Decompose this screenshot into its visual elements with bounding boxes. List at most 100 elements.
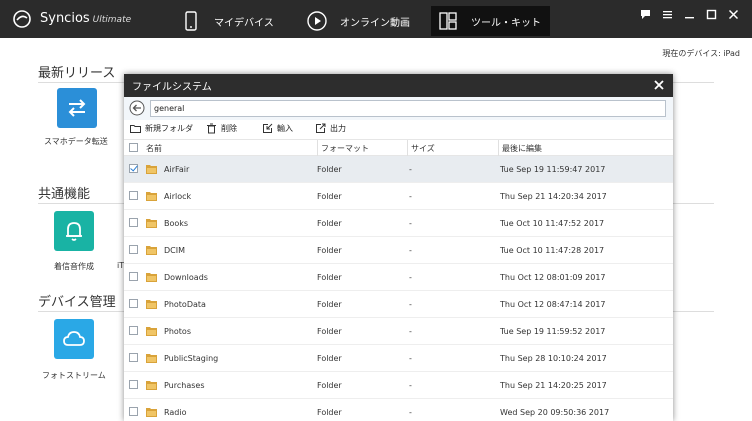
window-controls xyxy=(634,6,744,22)
section-title-release: 最新リリース xyxy=(38,66,116,81)
row-name: AirFair xyxy=(164,165,190,174)
row-size: - xyxy=(409,300,412,309)
section-title-common: 共通機能 xyxy=(38,187,91,202)
table-row[interactable]: DCIM Folder - Tue Oct 10 11:47:28 2017 xyxy=(124,237,673,264)
row-size: - xyxy=(409,327,412,336)
ringtone-maker-tile[interactable] xyxy=(54,211,94,251)
photo-stream-label: フォトストリーム xyxy=(42,371,106,380)
hamburger-icon xyxy=(662,10,672,18)
row-size: - xyxy=(409,246,412,255)
row-checkbox[interactable] xyxy=(129,245,138,254)
row-checkbox[interactable] xyxy=(129,272,138,281)
column-header-modified[interactable]: 最後に編集 xyxy=(502,143,542,154)
row-checkbox[interactable] xyxy=(129,326,138,335)
row-format: Folder xyxy=(317,354,342,363)
row-checkbox[interactable] xyxy=(129,380,138,389)
minimize-icon xyxy=(684,16,694,18)
ringtone-maker-label: 着信音作成 xyxy=(54,262,94,271)
maximize-icon xyxy=(706,9,716,19)
chat-icon xyxy=(640,9,650,19)
row-size: - xyxy=(409,408,412,417)
export-icon xyxy=(316,123,326,133)
path-bar: general xyxy=(124,97,673,120)
row-size: - xyxy=(409,381,412,390)
file-toolbar: 新規フォルダ 削除 輸入 出力 xyxy=(124,120,673,140)
import-icon xyxy=(263,123,273,133)
column-header-size[interactable]: サイズ xyxy=(411,143,435,154)
folder-icon xyxy=(146,381,157,390)
row-format: Folder xyxy=(317,408,342,417)
table-row[interactable]: PhotoData Folder - Thu Oct 12 08:47:14 2… xyxy=(124,291,673,318)
row-format: Folder xyxy=(317,273,342,282)
row-format: Folder xyxy=(317,219,342,228)
row-format: Folder xyxy=(317,246,342,255)
maximize-button[interactable] xyxy=(700,6,722,22)
close-button[interactable] xyxy=(722,6,744,22)
cloud-icon xyxy=(63,331,85,346)
back-arrow-icon[interactable] xyxy=(129,100,145,116)
row-modified: Thu Oct 12 08:47:14 2017 xyxy=(500,300,606,309)
dialog-close-icon[interactable] xyxy=(653,79,665,91)
section-title-device: デバイス管理 xyxy=(38,295,116,310)
table-row[interactable]: AirFair Folder - Tue Sep 19 11:59:47 201… xyxy=(124,156,673,183)
folder-icon xyxy=(146,165,157,174)
new-folder-label: 新規フォルダ xyxy=(145,124,193,133)
column-header-name[interactable]: 名前 xyxy=(146,143,162,154)
tab-online-video-label: オンライン動画 xyxy=(340,17,410,29)
tab-online-video[interactable]: オンライン動画 xyxy=(306,6,426,36)
delete-button[interactable]: 削除 xyxy=(206,123,237,134)
folder-icon xyxy=(146,192,157,201)
table-row[interactable]: Downloads Folder - Thu Oct 12 08:01:09 2… xyxy=(124,264,673,291)
menu-button[interactable] xyxy=(656,6,678,22)
row-modified: Tue Sep 19 11:59:47 2017 xyxy=(500,165,606,174)
import-label: 輸入 xyxy=(277,124,293,133)
row-name: Books xyxy=(164,219,189,228)
syncios-logo-icon xyxy=(13,10,31,28)
row-modified: Thu Sep 21 14:20:25 2017 xyxy=(500,381,607,390)
table-row[interactable]: Purchases Folder - Thu Sep 21 14:20:25 2… xyxy=(124,372,673,399)
path-input[interactable]: general xyxy=(150,100,666,117)
select-all-checkbox[interactable] xyxy=(129,143,138,152)
row-format: Folder xyxy=(317,381,342,390)
folder-icon xyxy=(146,300,157,309)
transfer-arrows-icon xyxy=(68,99,86,117)
photo-stream-tile[interactable] xyxy=(54,319,94,359)
table-row[interactable]: PublicStaging Folder - Thu Sep 28 10:10:… xyxy=(124,345,673,372)
column-header-format[interactable]: フォーマット xyxy=(321,143,369,154)
export-button[interactable]: 出力 xyxy=(315,123,346,134)
row-format: Folder xyxy=(317,165,342,174)
row-checkbox[interactable] xyxy=(129,407,138,416)
row-checkbox[interactable] xyxy=(129,218,138,227)
row-checkbox[interactable] xyxy=(129,353,138,362)
folder-icon xyxy=(146,273,157,282)
dialog-title: ファイルシステム xyxy=(132,82,212,93)
tab-my-device[interactable]: マイデバイス xyxy=(180,6,290,36)
column-divider xyxy=(317,140,318,156)
row-modified: Thu Oct 12 08:01:09 2017 xyxy=(500,273,606,282)
table-row[interactable]: Books Folder - Tue Oct 10 11:47:52 2017 xyxy=(124,210,673,237)
folder-icon xyxy=(146,246,157,255)
row-checkbox[interactable] xyxy=(129,299,138,308)
row-name: Photos xyxy=(164,327,191,336)
row-checkbox[interactable] xyxy=(129,191,138,200)
minimize-button[interactable] xyxy=(678,6,700,22)
feedback-button[interactable] xyxy=(634,6,656,22)
bell-icon xyxy=(66,222,82,241)
toolkit-icon xyxy=(439,12,457,30)
row-modified: Wed Sep 20 09:50:36 2017 xyxy=(500,408,610,417)
new-folder-button[interactable]: 新規フォルダ xyxy=(130,123,193,134)
row-checkbox[interactable] xyxy=(129,164,138,173)
phone-transfer-tile[interactable] xyxy=(57,88,97,128)
tab-toolkit[interactable]: ツール・キット xyxy=(431,6,550,36)
table-row[interactable]: Radio Folder - Wed Sep 20 09:50:36 2017 xyxy=(124,399,673,421)
row-format: Folder xyxy=(317,192,342,201)
import-button[interactable]: 輸入 xyxy=(262,123,293,134)
row-size: - xyxy=(409,165,412,174)
app-brand: Syncios Ultimate xyxy=(40,11,131,26)
table-row[interactable]: Airlock Folder - Thu Sep 21 14:20:34 201… xyxy=(124,183,673,210)
row-modified: Thu Sep 21 14:20:34 2017 xyxy=(500,192,607,201)
row-size: - xyxy=(409,192,412,201)
row-name: PhotoData xyxy=(164,300,206,309)
folder-icon xyxy=(146,219,157,228)
table-row[interactable]: Photos Folder - Tue Sep 19 11:59:52 2017 xyxy=(124,318,673,345)
